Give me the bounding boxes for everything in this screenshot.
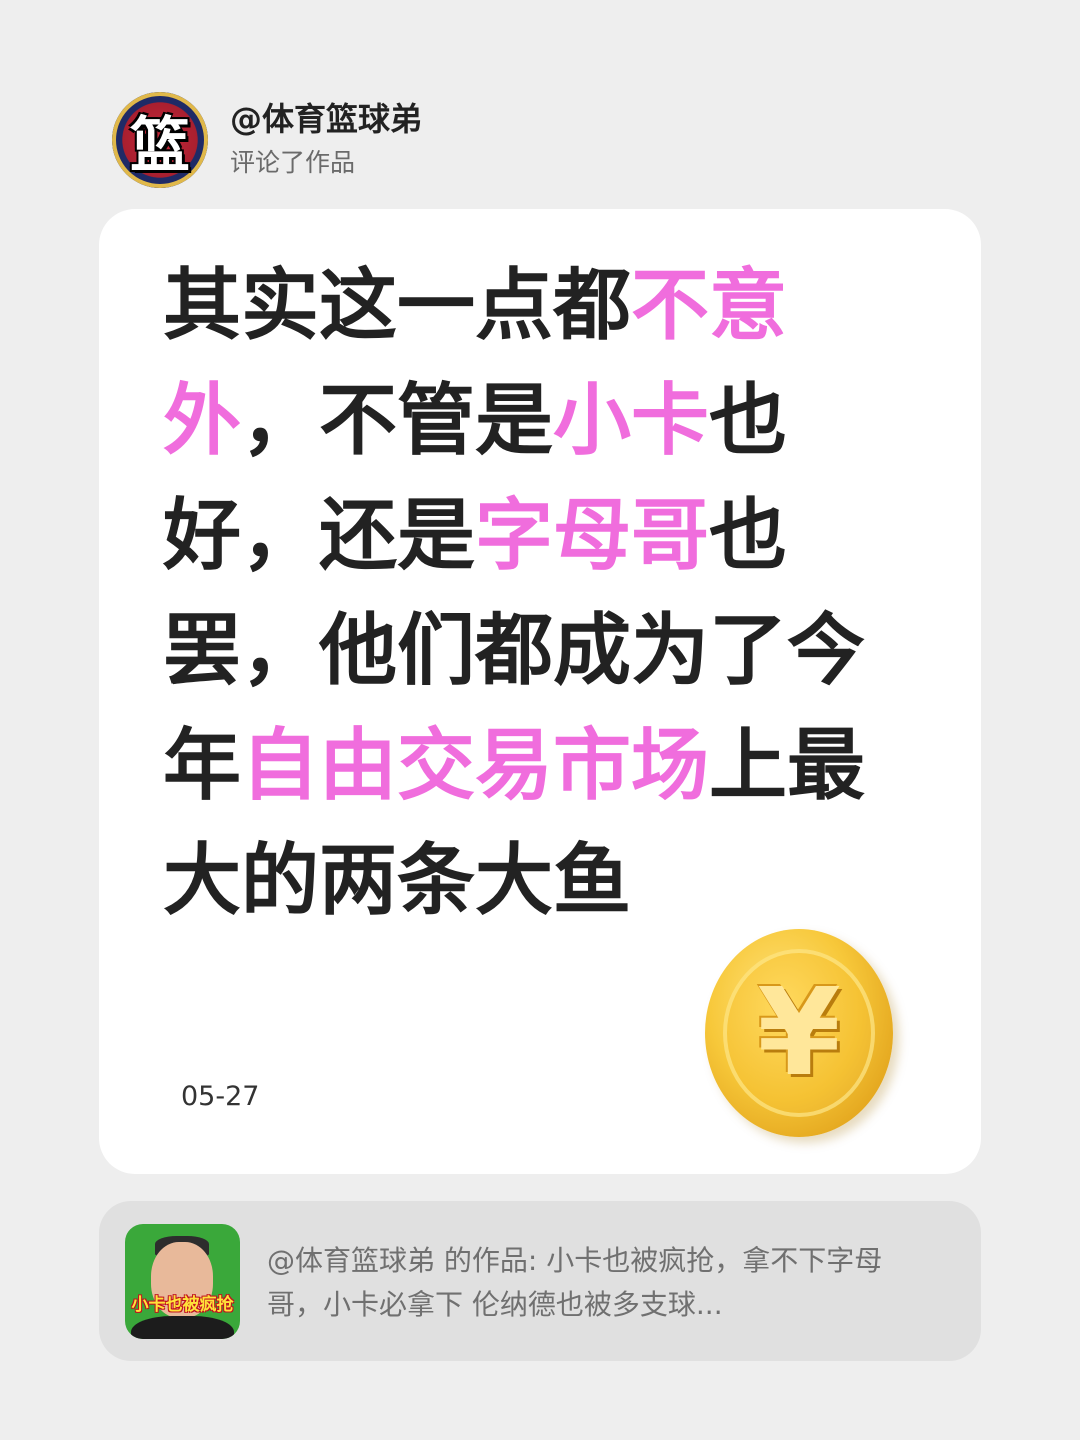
- comment-segment: 年: [163, 721, 242, 811]
- comment-header: 篮 @体育篮球弟 评论了作品: [112, 92, 422, 188]
- referenced-video-title[interactable]: @体育篮球弟 的作品: 小卡也被疯抢，拿不下字母哥，小卡必拿下 伦纳德也被多支球…: [267, 1239, 937, 1327]
- action-text: 评论了作品: [230, 148, 356, 177]
- comment-text: 其实这一点都不意 外，不管是小卡也 好，还是字母哥也 罢，他们都成为了今 年自由…: [163, 249, 903, 939]
- comment-segment: 也: [709, 376, 788, 466]
- avatar[interactable]: 篮: [112, 92, 208, 188]
- comment-segment: 好，还是: [163, 491, 476, 581]
- comment-segment: 上最: [709, 721, 866, 811]
- username[interactable]: @体育篮球弟: [230, 99, 422, 139]
- comment-highlight: 自由交易市场: [241, 721, 710, 811]
- comment-card: 其实这一点都不意 外，不管是小卡也 好，还是字母哥也 罢，他们都成为了今 年自由…: [99, 209, 981, 1174]
- avatar-logo-glyph: 篮: [130, 110, 190, 181]
- referenced-video-card[interactable]: 小卡也被疯抢 @体育篮球弟 的作品: 小卡也被疯抢，拿不下字母哥，小卡必拿下 伦…: [99, 1201, 981, 1361]
- yuan-coin-icon: ¥: [705, 929, 893, 1137]
- thumbnail-shirt: [131, 1316, 234, 1339]
- comment-segment: 大的两条大鱼: [163, 836, 632, 926]
- comment-line: 外，不管是小卡也: [163, 364, 903, 479]
- thumbnail-caption: 小卡也被疯抢: [131, 1295, 234, 1315]
- comment-date: 05-27: [181, 1081, 260, 1112]
- comment-highlight: 字母哥: [475, 491, 710, 581]
- yuan-symbol: ¥: [757, 963, 841, 1103]
- comment-line: 罢，他们都成为了今: [163, 594, 903, 709]
- comment-segment: 也: [709, 491, 788, 581]
- coin-face: ¥: [723, 949, 875, 1117]
- comment-line: 其实这一点都不意: [163, 249, 903, 364]
- comment-segment: 罢，他们都成为了今: [163, 606, 866, 696]
- comment-segment: ，不管是: [241, 376, 554, 466]
- comment-line: 大的两条大鱼: [163, 824, 903, 939]
- video-thumbnail[interactable]: 小卡也被疯抢: [125, 1224, 240, 1339]
- comment-line: 好，还是字母哥也: [163, 479, 903, 594]
- comment-highlight: 不意: [631, 261, 788, 351]
- comment-highlight: 外: [163, 376, 242, 466]
- comment-highlight: 小卡: [553, 376, 710, 466]
- comment-segment: 其实这一点都: [163, 261, 632, 351]
- comment-line: 年自由交易市场上最: [163, 709, 903, 824]
- header-text: @体育篮球弟 评论了作品: [230, 99, 422, 181]
